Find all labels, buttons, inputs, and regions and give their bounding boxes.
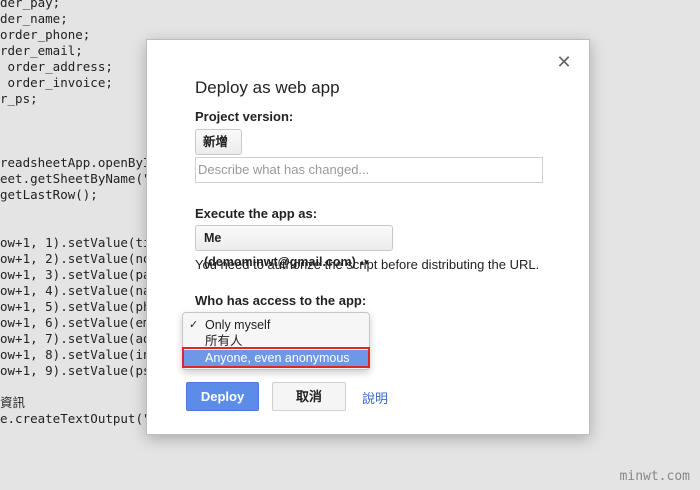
code-line: der_name;	[0, 11, 68, 26]
authorize-note: You need to authorize the script before …	[195, 257, 540, 272]
watermark: minwt.com	[619, 469, 690, 484]
menu-item-only-myself[interactable]: ✓ Only myself	[183, 317, 369, 334]
code-line: ow+1, 8).setValue(inv	[0, 347, 159, 362]
menu-item-anyone-anonymous[interactable]: Anyone, even anonymous	[183, 350, 369, 367]
code-line: ow+1, 1).setValue(tim	[0, 235, 159, 250]
code-line: ow+1, 7).setValue(add	[0, 331, 159, 346]
menu-item-everyone[interactable]: 所有人	[183, 333, 369, 350]
code-line: order_invoice;	[0, 75, 113, 90]
cancel-button[interactable]: 取消	[272, 382, 346, 411]
close-icon[interactable]: ✕	[556, 53, 572, 71]
menu-item-label: 所有人	[205, 334, 243, 348]
code-line: order_phone;	[0, 27, 91, 42]
code-line: der_pay;	[0, 0, 61, 10]
code-line: ow+1, 9).setValue(ps)	[0, 363, 159, 378]
access-dropdown-menu: ✓ Only myself 所有人 Anyone, even anonymous	[182, 312, 370, 370]
code-line: ow+1, 3).setValue(pay	[0, 267, 159, 282]
code-line: r_ps;	[0, 91, 38, 106]
checkmark-icon: ✓	[189, 319, 199, 331]
code-line: getLastRow();	[0, 187, 98, 202]
code-line: ow+1, 5).setValue(pho	[0, 299, 159, 314]
deploy-dialog: ✕ Deploy as web app Project version: 新增▴…	[146, 39, 590, 435]
deploy-button[interactable]: Deploy	[186, 382, 259, 411]
project-version-label: Project version:	[195, 109, 294, 124]
menu-item-label: Only myself	[205, 318, 271, 332]
code-line: readsheetApp.openById	[0, 155, 159, 170]
access-label: Who has access to the app:	[195, 293, 367, 308]
version-description-input[interactable]: Describe what has changed...	[195, 157, 543, 183]
project-version-select[interactable]: 新增▴▾	[195, 129, 242, 171]
menu-item-label: Anyone, even anonymous	[205, 351, 350, 365]
execute-as-select[interactable]: Me (demominwt@gmail.com) ▴▾	[195, 225, 393, 269]
execute-as-label: Execute the app as:	[195, 206, 318, 221]
help-link[interactable]: 說明	[362, 388, 388, 407]
code-line: ow+1, 4).setValue(nam	[0, 283, 159, 298]
code-line: 資訊	[0, 395, 26, 410]
code-line: order_address;	[0, 59, 113, 74]
code-line: ow+1, 6).setValue(ema	[0, 315, 159, 330]
code-line: eet.getSheetByName("工	[0, 171, 164, 186]
project-version-value: 新增	[203, 135, 229, 149]
code-line: e.createTextOutput("成	[0, 411, 164, 426]
code-line: rder_email;	[0, 43, 83, 58]
dialog-title: Deploy as web app	[195, 78, 340, 97]
code-line: ow+1, 2).setValue(no)	[0, 251, 159, 266]
